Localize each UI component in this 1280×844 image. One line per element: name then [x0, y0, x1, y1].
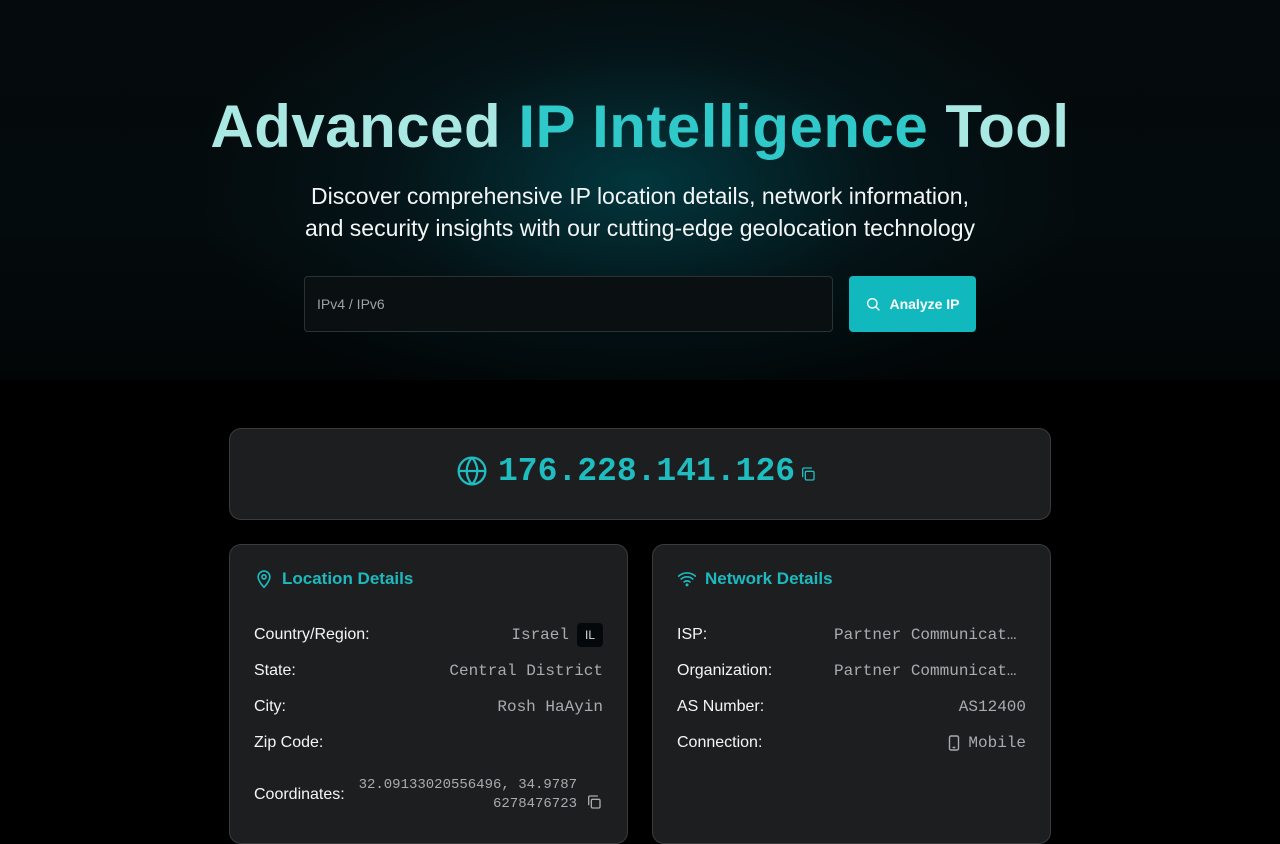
copy-ip-button[interactable]: [796, 462, 820, 486]
network-rows: ISP: Partner Communications Organization…: [677, 617, 1026, 761]
network-card-header: Network Details: [677, 567, 833, 591]
wifi-icon: [677, 572, 697, 587]
page-subtitle: Discover comprehensive IP location detai…: [240, 180, 1040, 244]
connection-value-wrap: Mobile: [948, 734, 1026, 752]
network-card-title: Network Details: [705, 569, 833, 588]
country-label: Country/Region:: [254, 626, 370, 643]
title-part-tool: Tool: [928, 93, 1070, 160]
country-value: Israel: [511, 626, 569, 644]
as-number-label: AS Number:: [677, 698, 765, 715]
coordinates-value-wrap: 32.09133020556496, 34.97876278476723: [357, 776, 603, 814]
state-label: State:: [254, 662, 296, 679]
ip-address-card: 176.228.141.126: [229, 428, 1051, 520]
network-details-card: Network Details ISP: Partner Communicati…: [652, 544, 1051, 844]
location-card-title: Location Details: [282, 569, 414, 588]
city-value: Rosh HaAyin: [497, 698, 603, 716]
row-state: State: Central District: [254, 653, 603, 689]
coordinates-value: 32.09133020556496, 34.97876278476723: [358, 777, 577, 812]
isp-label: ISP:: [677, 626, 708, 643]
map-pin-icon: [257, 570, 271, 589]
location-rows: Country/Region: Israel IL State: Central…: [254, 617, 603, 821]
row-organization: Organization: Partner Communications: [677, 653, 1026, 689]
zip-label: Zip Code:: [254, 734, 324, 751]
ip-address-value: 176.228.141.126: [498, 453, 796, 490]
country-value-wrap: Israel IL: [511, 623, 603, 647]
coordinates-label: Coordinates:: [254, 786, 345, 803]
row-coordinates: Coordinates: 32.09133020556496, 34.97876…: [254, 769, 603, 821]
copy-icon: [588, 795, 601, 809]
state-value: Central District: [449, 662, 603, 680]
isp-value-wrap: Partner Communications: [834, 626, 1026, 644]
title-part-ip-intelligence: IP Intelligence: [518, 93, 929, 160]
analyze-ip-button[interactable]: Analyze IP: [849, 276, 976, 332]
row-city: City: Rosh HaAyin: [254, 689, 603, 725]
organization-value-wrap: Partner Communications: [834, 662, 1026, 680]
row-zip: Zip Code:: [254, 725, 603, 761]
copy-icon: [802, 467, 815, 481]
location-card-header: Location Details: [254, 567, 413, 591]
title-part-advanced: Advanced: [210, 93, 519, 160]
globe-icon: [457, 456, 487, 486]
isp-value: Partner Communications: [834, 626, 1026, 644]
connection-value: Mobile: [968, 734, 1026, 752]
search-form: Analyze IP: [304, 276, 976, 332]
subtitle-line-1: Discover comprehensive IP location detai…: [311, 183, 969, 209]
country-code-badge: IL: [576, 623, 603, 647]
city-label: City:: [254, 698, 286, 715]
copy-coordinates-button[interactable]: [585, 793, 603, 811]
location-details-card: Location Details Country/Region: Israel …: [229, 544, 628, 844]
ip-search-input[interactable]: [304, 276, 833, 332]
page-title: Advanced IP Intelligence Tool: [0, 92, 1280, 162]
row-connection: Connection: Mobile: [677, 725, 1026, 761]
row-as-number: AS Number: AS12400: [677, 689, 1026, 725]
analyze-ip-label: Analyze IP: [889, 296, 960, 312]
row-country: Country/Region: Israel IL: [254, 617, 603, 653]
search-icon: [867, 298, 881, 311]
hero-section: Advanced IP Intelligence Tool Discover c…: [0, 0, 1280, 380]
connection-label: Connection:: [677, 734, 763, 751]
organization-value: Partner Communications: [834, 662, 1026, 680]
as-number-value: AS12400: [958, 698, 1026, 716]
smartphone-icon: [948, 735, 960, 751]
subtitle-line-2: and security insights with our cutting-e…: [305, 215, 975, 241]
organization-label: Organization:: [677, 662, 773, 679]
row-isp: ISP: Partner Communications: [677, 617, 1026, 653]
